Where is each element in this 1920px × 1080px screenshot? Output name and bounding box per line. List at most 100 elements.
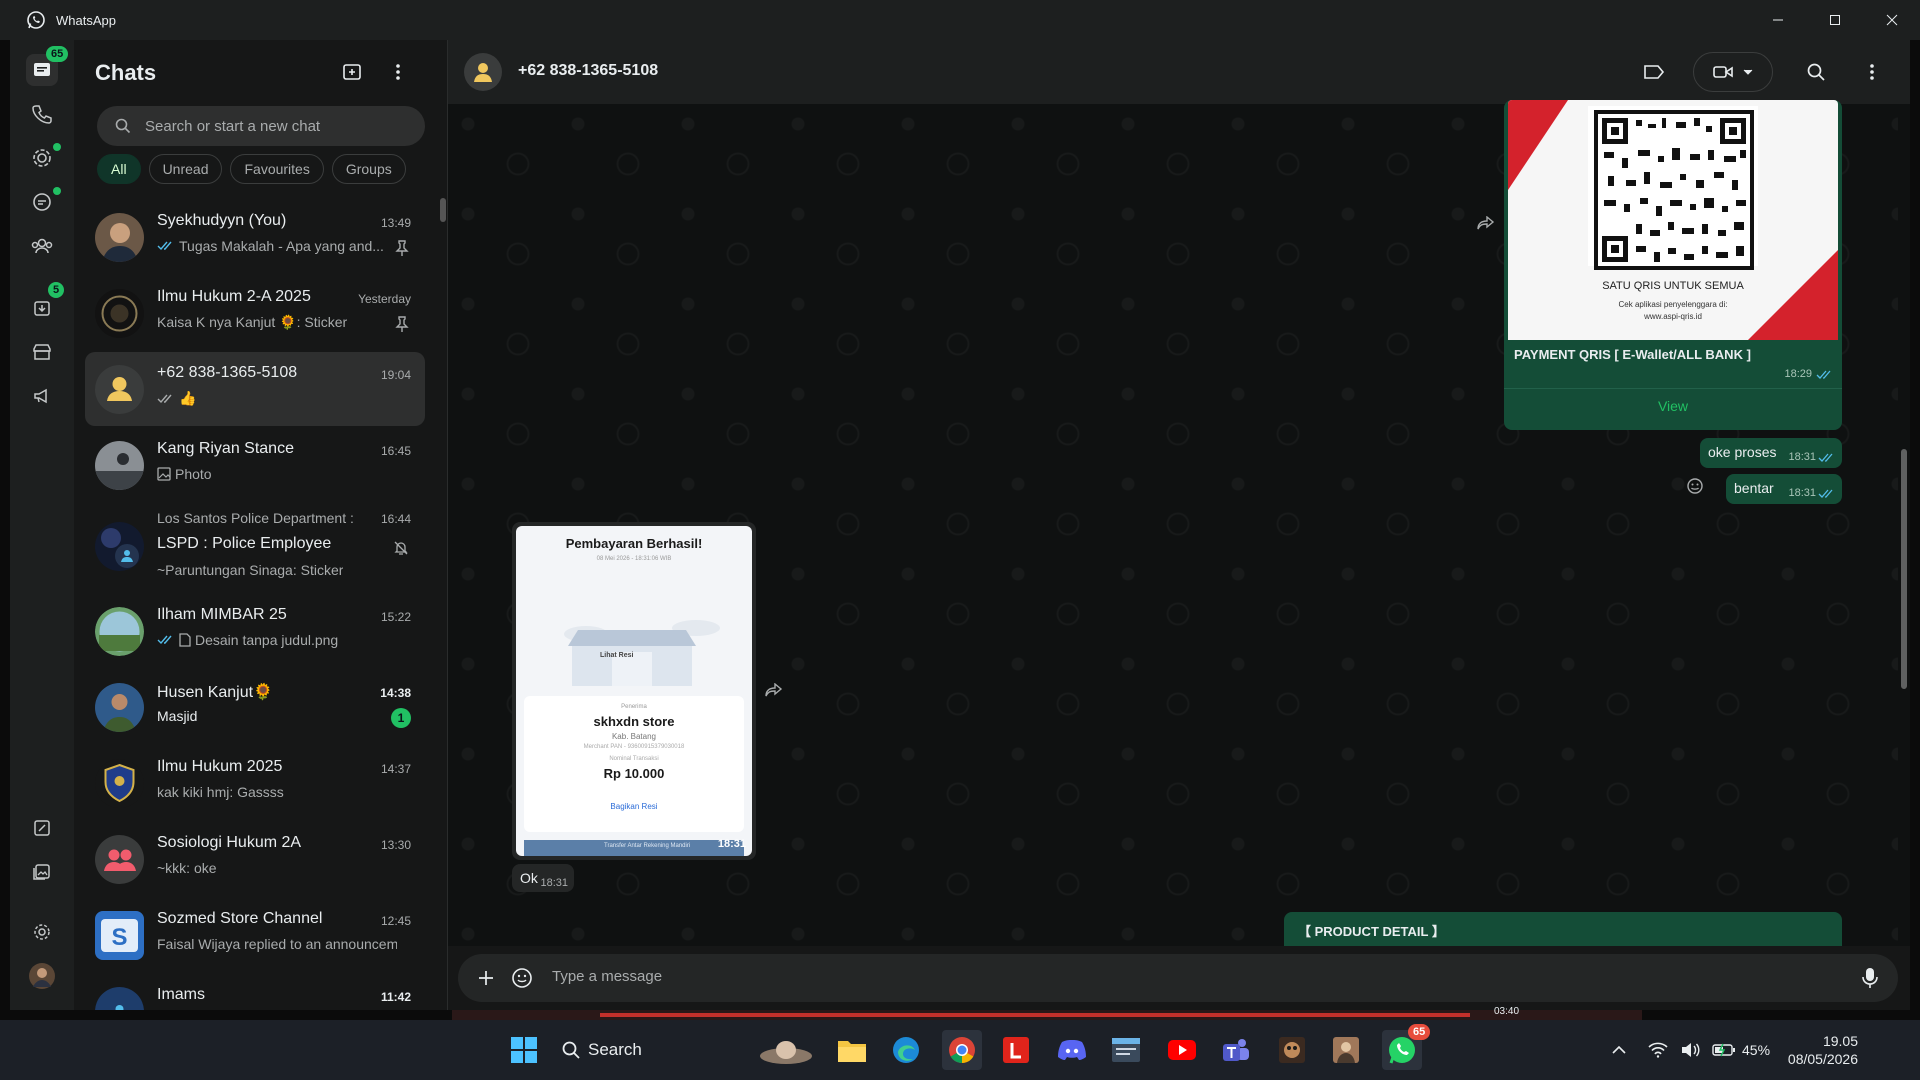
filter-favourites[interactable]: Favourites bbox=[230, 154, 324, 184]
rail-profile-avatar[interactable] bbox=[26, 960, 58, 992]
updates-badge: 5 bbox=[48, 282, 65, 298]
receipt-image[interactable]: Pembayaran Berhasil! 08 Mei 2026 - 18:31… bbox=[516, 526, 752, 856]
rail-calls-button[interactable] bbox=[26, 98, 58, 130]
search-bar[interactable] bbox=[97, 106, 425, 146]
microphone-icon[interactable] bbox=[1856, 964, 1884, 992]
chevron-down-icon bbox=[1743, 69, 1753, 75]
document-icon bbox=[179, 633, 191, 647]
message-input[interactable] bbox=[552, 968, 1752, 985]
rail-broadcast-button[interactable] bbox=[26, 380, 58, 412]
volume-icon[interactable] bbox=[1680, 1042, 1700, 1058]
message-time: 18:31 bbox=[1788, 487, 1816, 499]
rail-status-button[interactable] bbox=[26, 142, 61, 174]
rail-business-tools-button[interactable] bbox=[26, 336, 58, 368]
chat-item-sosiologi-hukum[interactable]: Sosiologi Hukum 2A 13:30 ~kkk: oke bbox=[85, 822, 425, 896]
clock-date: 08/05/2026 bbox=[1787, 1051, 1858, 1067]
search-input[interactable] bbox=[145, 117, 405, 135]
message-text: 【 PRODUCT DETAIL 】 bbox=[1298, 924, 1445, 939]
receipt-subtitle: 08 Mei 2026 - 18:31:06 WIB bbox=[596, 556, 672, 562]
chat-item-kang-riyan[interactable]: Kang Riyan Stance 16:45 Photo bbox=[85, 428, 425, 502]
view-button[interactable]: View bbox=[1504, 398, 1842, 414]
editor-app-icon[interactable] bbox=[1106, 1030, 1146, 1070]
chevron-up-icon[interactable] bbox=[1612, 1046, 1626, 1054]
attach-plus-icon[interactable] bbox=[472, 964, 500, 992]
rail-chats-button[interactable]: 65 bbox=[26, 46, 69, 86]
rail-settings-button[interactable] bbox=[26, 916, 58, 948]
message-bentar[interactable]: bentar 18:31 bbox=[1726, 474, 1842, 504]
file-explorer-icon[interactable] bbox=[832, 1030, 872, 1070]
receipt-image-message[interactable]: Pembayaran Berhasil! 08 Mei 2026 - 18:31… bbox=[512, 522, 756, 860]
rail-media-button[interactable] bbox=[26, 856, 58, 888]
widgets-icon[interactable] bbox=[756, 1030, 816, 1070]
forward-icon[interactable] bbox=[1474, 211, 1498, 235]
video-progress bbox=[600, 1013, 1470, 1017]
edge-browser-icon[interactable] bbox=[886, 1030, 926, 1070]
video-call-button[interactable] bbox=[1693, 52, 1773, 92]
taskbar-search[interactable]: Search bbox=[562, 1030, 642, 1070]
contact-avatar[interactable] bbox=[464, 53, 502, 91]
close-window-button[interactable] bbox=[1863, 0, 1920, 40]
contact-name[interactable]: +62 838-1365-5108 bbox=[518, 62, 658, 80]
filter-all[interactable]: All bbox=[97, 154, 141, 184]
chat-item-husen-kanjut[interactable]: Husen Kanjut🌻 14:38 Masjid 1 bbox=[85, 670, 425, 744]
qris-image[interactable]: SATU QRIS UNTUK SEMUA Cek aplikasi penye… bbox=[1508, 100, 1838, 340]
status-dot bbox=[53, 143, 61, 151]
qris-image-message[interactable]: SATU QRIS UNTUK SEMUA Cek aplikasi penye… bbox=[1504, 100, 1842, 430]
chat-preview: Photo bbox=[157, 466, 212, 482]
chat-time: Yesterday bbox=[358, 292, 411, 306]
youtube-icon[interactable] bbox=[1162, 1030, 1202, 1070]
qris-tagline: SATU QRIS UNTUK SEMUA bbox=[1602, 280, 1744, 292]
chatlist-scrollbar[interactable] bbox=[440, 198, 446, 222]
search-icon bbox=[115, 118, 131, 134]
message-time: 18:31 bbox=[1788, 451, 1816, 463]
teams-icon[interactable] bbox=[1216, 1030, 1256, 1070]
wifi-icon[interactable] bbox=[1648, 1042, 1668, 1058]
maximize-button[interactable] bbox=[1806, 0, 1863, 40]
discord-icon[interactable] bbox=[1052, 1030, 1092, 1070]
conversation-menu-icon[interactable] bbox=[1858, 58, 1886, 86]
rail-communities-button[interactable] bbox=[26, 230, 58, 262]
game-app-icon[interactable] bbox=[1272, 1030, 1312, 1070]
chat-time: 13:30 bbox=[380, 838, 411, 852]
conversation-scrollbar[interactable] bbox=[1898, 104, 1910, 946]
battery-charging-icon[interactable] bbox=[1712, 1043, 1736, 1057]
receipt-amount: Rp 10.000 bbox=[603, 766, 665, 781]
minimize-button[interactable] bbox=[1749, 0, 1806, 40]
chatlist-menu-button[interactable] bbox=[384, 58, 412, 86]
filter-groups[interactable]: Groups bbox=[331, 154, 406, 184]
unread-count-badge: 1 bbox=[391, 708, 411, 728]
receipt-share: Bagikan Resi bbox=[610, 802, 658, 811]
emoji-sticker-icon[interactable] bbox=[508, 964, 536, 992]
chat-item-imams[interactable]: Imams 11:42 bbox=[85, 974, 425, 1010]
chrome-browser-icon[interactable] bbox=[942, 1030, 982, 1070]
windows-start-icon[interactable] bbox=[504, 1030, 544, 1070]
chat-item-syekhudyyn[interactable]: Syekhudyyn (You) 13:49 Tugas Makalah - A… bbox=[85, 200, 425, 274]
l-app-icon[interactable] bbox=[996, 1030, 1036, 1070]
pin-icon bbox=[395, 240, 409, 256]
new-chat-button[interactable] bbox=[338, 58, 366, 86]
forward-icon[interactable] bbox=[762, 678, 786, 702]
receipt-illustration bbox=[564, 620, 720, 686]
message-oke-proses[interactable]: oke proses 18:31 bbox=[1700, 438, 1842, 468]
label-icon[interactable] bbox=[1640, 58, 1668, 86]
avatar bbox=[95, 441, 144, 490]
chat-item-ilmu-hukum-2025[interactable]: Ilmu Hukum 2025 14:37 kak kiki hmj: Gass… bbox=[85, 746, 425, 820]
chat-item-lspd[interactable]: Los Santos Police Department : ... 16:44… bbox=[85, 502, 425, 590]
rail-archived-button[interactable]: 5 bbox=[26, 282, 65, 324]
chat-item-62-838[interactable]: +62 838-1365-5108 19:04 👍 bbox=[85, 352, 425, 426]
chat-item-sozmed-store[interactable]: S Sozmed Store Channel 12:45 Faisal Wija… bbox=[85, 898, 425, 972]
scrollbar-thumb[interactable] bbox=[1901, 449, 1907, 689]
whatsapp-taskbar-icon[interactable]: 65 bbox=[1382, 1024, 1431, 1070]
channels-dot bbox=[53, 187, 61, 195]
filter-unread[interactable]: Unread bbox=[148, 154, 223, 184]
rail-channels-button[interactable] bbox=[26, 186, 61, 218]
game-launcher-icon[interactable] bbox=[1326, 1030, 1366, 1070]
double-check-icon bbox=[1818, 488, 1834, 499]
chat-item-ilham-mimbar[interactable]: Ilham MIMBAR 25 15:22 Desain tanpa judul… bbox=[85, 594, 425, 668]
message-ok[interactable]: Ok 18:31 bbox=[512, 864, 574, 892]
chat-item-ilmu-hukum-2a[interactable]: Ilmu Hukum 2-A 2025 Yesterday Kaisa K ny… bbox=[85, 276, 425, 350]
reaction-emoji-icon[interactable] bbox=[1683, 474, 1707, 498]
system-clock[interactable]: 19.05 08/05/2026 bbox=[1788, 1032, 1858, 1068]
search-in-chat-icon[interactable] bbox=[1802, 58, 1830, 86]
rail-starred-button[interactable] bbox=[26, 812, 58, 844]
